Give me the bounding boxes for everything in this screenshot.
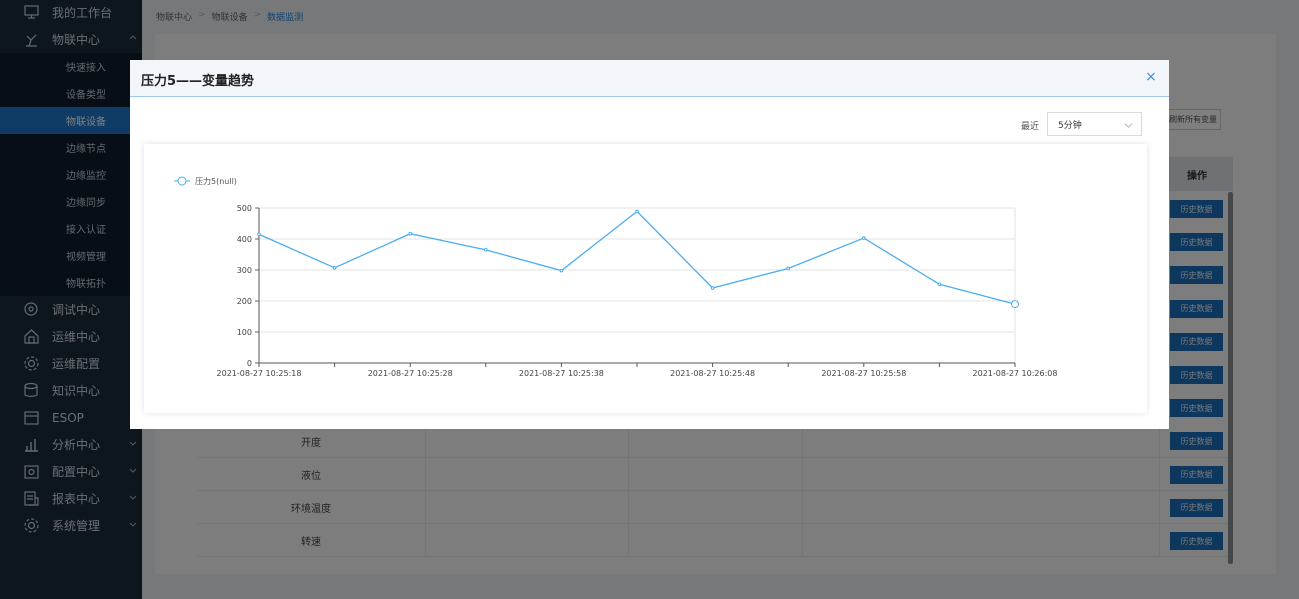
plot-area: 0 100 200 300 400 500 2021-08-27 10:25:18 2021-… <box>217 204 1058 378</box>
data-point <box>710 286 715 290</box>
y-tick-label: 0 <box>247 359 252 368</box>
data-point <box>786 266 791 271</box>
data-point <box>408 231 413 236</box>
trend-chart-svg: 压力5(null) 0 100 200 300 400 500 2021-08-27 10:… <box>174 176 1058 378</box>
x-tick-label: 2021-08-27 10:25:58 <box>821 369 906 378</box>
dialog-header: 压力5——变量趋势 × <box>130 60 1169 97</box>
x-tick-label: 2021-08-27 10:25:28 <box>368 369 453 378</box>
legend-label: 压力5(null) <box>195 176 237 186</box>
x-tick-label: 2021-08-27 10:25:48 <box>670 369 755 378</box>
time-range-value: 5分钟 <box>1058 120 1082 131</box>
data-point <box>1011 300 1019 309</box>
data-point <box>862 236 866 240</box>
time-range-select[interactable]: 5分钟 <box>1047 112 1142 136</box>
data-point <box>332 266 337 270</box>
y-tick-label: 500 <box>237 204 252 213</box>
x-tick-label: 2021-08-27 10:25:38 <box>519 369 604 378</box>
y-tick-label: 300 <box>237 266 252 275</box>
y-tick-label: 100 <box>237 328 252 337</box>
x-tick-label: 2021-08-27 10:26:08 <box>973 369 1058 378</box>
data-point <box>484 248 488 252</box>
y-tick-label: 200 <box>237 297 252 306</box>
y-tick-label: 400 <box>237 235 252 244</box>
data-point <box>937 282 942 287</box>
x-tick-label: 2021-08-27 10:25:18 <box>217 369 302 378</box>
legend-marker <box>177 176 187 186</box>
close-icon[interactable]: × <box>1144 70 1158 84</box>
data-point <box>257 232 261 237</box>
chart-legend[interactable]: 压力5(null) <box>174 176 237 186</box>
trend-dialog: 压力5——变量趋势 × 最近 5分钟 压力5(null) 0 100 200 300 4… <box>130 60 1169 429</box>
data-point <box>559 268 564 273</box>
dialog-title: 压力5——变量趋势 <box>141 74 255 89</box>
recent-label: 最近 <box>1021 122 1040 132</box>
data-point <box>635 209 639 214</box>
chevron-down-icon <box>1124 123 1133 128</box>
trend-chart: 压力5(null) 0 100 200 300 400 500 2021-08-27 10:… <box>144 144 1147 413</box>
series-line <box>258 210 1016 305</box>
